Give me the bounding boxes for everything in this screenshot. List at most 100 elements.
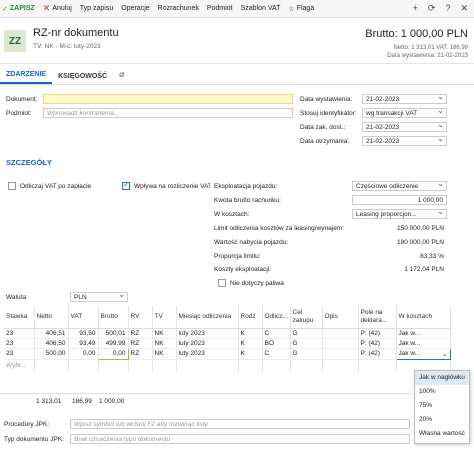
cell-pole-deklaracji[interactable]: P: (42) bbox=[358, 328, 397, 339]
column-header[interactable]: W kosztach bbox=[396, 306, 451, 329]
column-header[interactable]: Miesiąc odliczenia bbox=[176, 306, 239, 329]
cancel-button[interactable]: ✕ Anuluj bbox=[43, 3, 72, 14]
cell-vat[interactable]: 0,00 bbox=[68, 348, 99, 360]
cell-vat[interactable]: 93,49 bbox=[68, 338, 99, 349]
stosuj-identyfikator-select[interactable]: wg transakcji VAT bbox=[362, 108, 447, 118]
cell-rv[interactable]: RZ bbox=[128, 328, 153, 339]
podmiot-field[interactable]: Wprowadź kontrahenta... bbox=[43, 108, 293, 118]
total-brutto: 1 000,00 bbox=[99, 398, 125, 405]
typ-zapisu-menu[interactable]: Typ zapisu bbox=[80, 5, 113, 12]
cell-rodzaj[interactable]: K bbox=[238, 328, 263, 339]
cell-netto[interactable]: 500,00 bbox=[34, 348, 69, 360]
cell-stawka[interactable]: 23 bbox=[4, 338, 35, 349]
cell-pole-deklaracji[interactable]: P: (42) bbox=[358, 338, 397, 349]
cell-opis[interactable] bbox=[322, 338, 359, 349]
cell-brutto[interactable]: 499,99 bbox=[98, 338, 129, 349]
cell-rodzaj[interactable]: K bbox=[238, 348, 263, 360]
nie-dotyczy-paliwa-checkbox[interactable] bbox=[218, 279, 226, 287]
odliczaj-vat-checkbox[interactable] bbox=[8, 182, 16, 190]
column-header[interactable]: Brutto bbox=[98, 306, 129, 329]
cell-tv[interactable]: NK bbox=[152, 328, 177, 339]
cell-tv[interactable]: NK bbox=[152, 348, 177, 360]
paperclip-icon[interactable]: ⌀ bbox=[113, 69, 130, 84]
kwota-brutto-field[interactable]: 1 000,00 bbox=[352, 195, 447, 205]
w-kosztach-popup: Jak w nagłówku 100% 75% 20% Własna warto… bbox=[414, 370, 470, 444]
tab-zdarzenie[interactable]: ZDARZENIE bbox=[0, 71, 53, 84]
cell-brutto[interactable]: 500,01 bbox=[98, 328, 129, 339]
procedury-jpk-field[interactable]: Wpisz symbol lub wciśnij F2 aby rozwinąć… bbox=[70, 419, 410, 429]
data-otrzymania-field[interactable]: 21-02-2023 bbox=[362, 136, 447, 146]
cell-w-kosztach[interactable]: Jak w... bbox=[396, 338, 451, 349]
new-row[interactable]: Wybi... bbox=[4, 359, 451, 372]
table-row[interactable]: 23 406,51 93,50 500,01 RZ NK luty 2023 K… bbox=[4, 328, 451, 339]
operacje-menu[interactable]: Operacje bbox=[121, 5, 149, 12]
cell-miesiac[interactable]: luty 2023 bbox=[176, 348, 239, 360]
procedury-jpk-label: Procedury JPK: bbox=[4, 421, 50, 428]
popup-option[interactable]: 75% bbox=[415, 399, 469, 413]
cell-cel-zakupu[interactable]: G bbox=[290, 328, 323, 339]
w-kosztach-select[interactable]: Leasing proporcjon... bbox=[352, 209, 447, 219]
popup-option[interactable]: Jak w nagłówku bbox=[415, 371, 469, 385]
cell-opis[interactable] bbox=[322, 328, 359, 339]
waluta-select[interactable]: PLN bbox=[70, 292, 128, 302]
column-header[interactable]: Cel zakupu bbox=[290, 306, 323, 329]
cell-miesiac[interactable]: luty 2023 bbox=[176, 328, 239, 339]
save-button[interactable]: ✓ ZAPISZ bbox=[2, 5, 35, 13]
typ-dokumentu-jpk-field[interactable]: Brak oznaczenia typu dokumentu bbox=[70, 434, 410, 444]
column-header[interactable]: VAT bbox=[68, 306, 99, 329]
szablon-vat-menu[interactable]: Szablon VAT bbox=[241, 5, 281, 12]
eksploatacja-select[interactable]: Częściowe odliczenie bbox=[352, 181, 447, 191]
cell-stawka[interactable]: 23 bbox=[4, 348, 35, 360]
wplywa-vat-checkbox[interactable] bbox=[122, 180, 130, 190]
document-title: RZ-nr dokumentu bbox=[33, 27, 119, 39]
cell-netto[interactable]: 406,51 bbox=[34, 328, 69, 339]
podmiot-label: Podmiot: bbox=[6, 110, 32, 117]
cell-rodzaj[interactable]: K bbox=[238, 338, 263, 349]
cell-vat[interactable]: 93,50 bbox=[68, 328, 99, 339]
cell-odliczenie[interactable]: C bbox=[262, 328, 291, 339]
cell-tv[interactable]: NK bbox=[152, 338, 177, 349]
table-row[interactable]: 23 406,50 93,49 499,99 RZ NK luty 2023 K… bbox=[4, 338, 451, 349]
cell-cel-zakupu[interactable]: G bbox=[290, 348, 323, 360]
data-wystawienia-label: Data wystawienia: bbox=[300, 96, 353, 103]
cell-rv[interactable]: RZ bbox=[128, 348, 153, 360]
refresh-icon[interactable]: ⟳ bbox=[428, 3, 436, 14]
data-wystawienia-field[interactable]: 21-02-2023 bbox=[362, 94, 447, 104]
column-header[interactable]: Opis bbox=[322, 306, 359, 329]
table-row[interactable]: 23 500,00 0,00 0,00 RZ NK luty 2023 K C … bbox=[4, 347, 451, 360]
column-header[interactable]: Stawka bbox=[4, 306, 35, 329]
popup-option[interactable]: 20% bbox=[415, 413, 469, 427]
new-row-stawka[interactable]: Wybi... bbox=[4, 359, 35, 372]
popup-option[interactable]: 100% bbox=[415, 385, 469, 399]
w-kosztach-dropdown[interactable]: Jak w... ⌄ bbox=[395, 347, 451, 360]
rozrachunek-menu[interactable]: Rozrachunek bbox=[158, 5, 199, 12]
flaga-menu[interactable]: ☆ Flaga bbox=[288, 5, 314, 13]
cell-pole-deklaracji[interactable]: P: (42) bbox=[358, 348, 397, 360]
cell-w-kosztach[interactable]: Jak w... bbox=[396, 328, 451, 339]
cell-stawka[interactable]: 23 bbox=[4, 328, 35, 339]
column-header[interactable]: Netto bbox=[34, 306, 69, 329]
cell-netto[interactable]: 406,50 bbox=[34, 338, 69, 349]
column-header[interactable]: RV bbox=[128, 306, 153, 329]
column-header[interactable]: TV bbox=[152, 306, 177, 329]
help-icon[interactable]: ? bbox=[445, 3, 450, 14]
proporcja-value: 83,33 % bbox=[420, 253, 444, 260]
podmiot-menu[interactable]: Podmiot bbox=[207, 5, 233, 12]
column-header[interactable]: Rodz bbox=[238, 306, 263, 329]
tab-ksiegowosc[interactable]: KSIĘGOWOŚĆ bbox=[52, 73, 113, 84]
add-icon[interactable]: + bbox=[413, 3, 418, 14]
cell-rv[interactable]: RZ bbox=[128, 338, 153, 349]
cell-odliczenie[interactable]: BO bbox=[262, 338, 291, 349]
column-header[interactable]: Pole na deklara... bbox=[358, 306, 397, 329]
column-header[interactable]: Odlicz... bbox=[262, 306, 291, 329]
cell-brutto[interactable]: 0,00 bbox=[97, 347, 129, 360]
cell-opis[interactable] bbox=[322, 348, 359, 360]
wplywa-vat-label: Wpływa na rozliczenie VAT bbox=[134, 183, 210, 190]
cell-miesiac[interactable]: luty 2023 bbox=[176, 338, 239, 349]
cell-odliczenie[interactable]: C bbox=[262, 348, 291, 360]
dokument-field[interactable] bbox=[43, 94, 293, 104]
cell-cel-zakupu[interactable]: G bbox=[290, 338, 323, 349]
data-zak-field[interactable]: 21-02-2023 bbox=[362, 122, 447, 132]
popup-option[interactable]: Własna wartość bbox=[415, 427, 469, 441]
close-window-icon[interactable]: ✕ bbox=[460, 3, 468, 14]
